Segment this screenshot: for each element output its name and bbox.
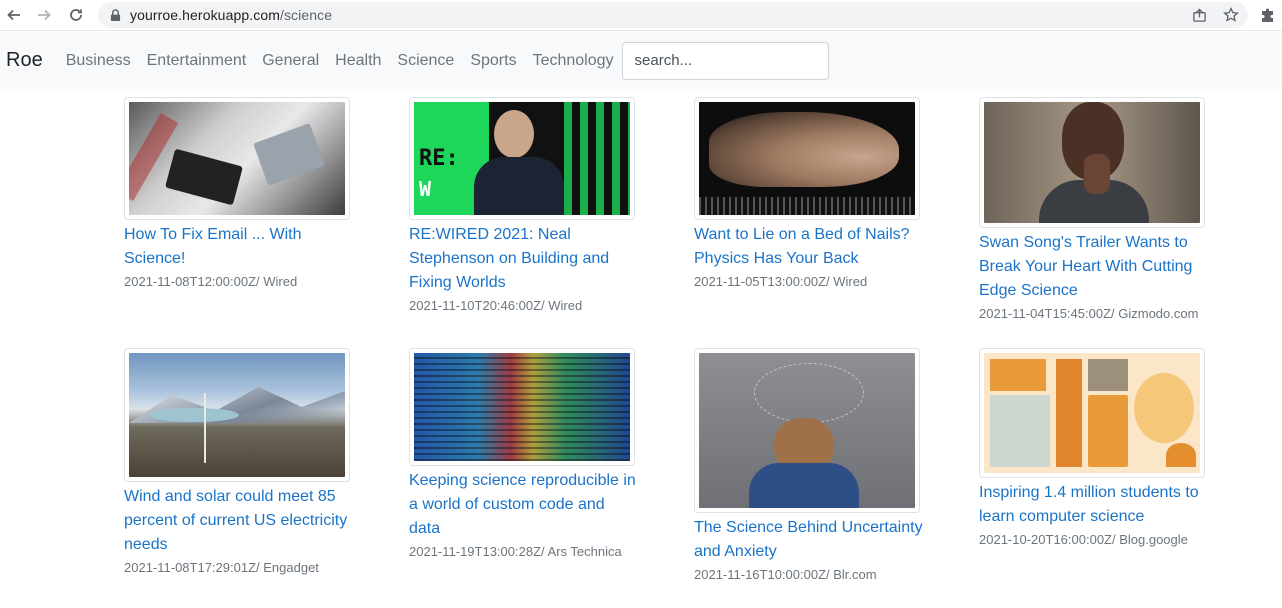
share-icon[interactable] <box>1190 6 1208 24</box>
article-card: Want to Lie on a Bed of Nails? Physics H… <box>694 97 924 289</box>
computer-science-students-image <box>984 353 1200 473</box>
article-thumbnail[interactable] <box>124 348 350 482</box>
bookmark-star-icon[interactable] <box>1222 6 1240 24</box>
extensions-puzzle-icon[interactable] <box>1258 5 1278 25</box>
anxious-woman-image <box>699 353 915 508</box>
article-card: Wind and solar could meet 85 percent of … <box>124 348 354 575</box>
article-card: RE: W RE:WIRED 2021: Neal Stephenson on … <box>409 97 639 313</box>
article-title-link[interactable]: Keeping science reproducible in a world … <box>409 469 639 541</box>
article-title-link[interactable]: How To Fix Email ... With Science! <box>124 223 354 271</box>
man-portrait-image <box>984 102 1200 223</box>
article-card: Keeping science reproducible in a world … <box>409 348 639 559</box>
arrow-left-icon <box>7 9 20 21</box>
code-screen-image <box>414 353 630 461</box>
search-input[interactable] <box>621 41 829 80</box>
desk-laptop-image <box>129 102 345 215</box>
rewired-logo-text: RE: <box>419 146 459 171</box>
article-title-link[interactable]: The Science Behind Uncertainty and Anxie… <box>694 516 924 564</box>
article-meta: 2021-11-08T12:00:00Z/ Wired <box>124 274 298 289</box>
rewired-logo-w: W <box>419 177 432 201</box>
nav-link-entertainment[interactable]: Entertainment <box>139 52 255 70</box>
rewired-speaker-image: RE: W <box>414 102 630 215</box>
article-card: The Science Behind Uncertainty and Anxie… <box>694 348 924 582</box>
url-text: yourroe.herokuapp.com/science <box>130 7 332 23</box>
article-thumbnail[interactable] <box>694 97 920 220</box>
back-button[interactable] <box>3 4 25 26</box>
article-card: How To Fix Email ... With Science! 2021-… <box>124 97 354 289</box>
nav-link-health[interactable]: Health <box>327 52 389 70</box>
arrow-right-icon <box>38 9 51 21</box>
forward-button[interactable] <box>33 4 55 26</box>
reload-button[interactable] <box>65 4 87 26</box>
reload-icon <box>70 9 82 21</box>
nav-link-sports[interactable]: Sports <box>462 52 524 70</box>
article-thumbnail[interactable] <box>694 348 920 513</box>
article-meta: 2021-11-05T13:00:00Z/ Wired <box>694 274 868 289</box>
article-thumbnail[interactable] <box>124 97 350 220</box>
article-title-link[interactable]: Wind and solar could meet 85 percent of … <box>124 485 354 557</box>
article-title-link[interactable]: RE:WIRED 2021: Neal Stephenson on Buildi… <box>409 223 639 295</box>
article-meta: 2021-11-04T15:45:00Z/ Gizmodo.com <box>979 306 1199 321</box>
address-bar[interactable]: yourroe.herokuapp.com/science <box>98 2 1248 28</box>
article-title-link[interactable]: Inspiring 1.4 million students to learn … <box>979 481 1209 529</box>
lock-icon <box>110 8 122 22</box>
article-card: Inspiring 1.4 million students to learn … <box>979 348 1209 547</box>
browser-toolbar: yourroe.herokuapp.com/science <box>0 0 1282 31</box>
brand-logo[interactable]: Roe <box>6 49 43 72</box>
app-navbar: Roe Business Entertainment General Healt… <box>0 32 1282 89</box>
article-meta: 2021-11-19T13:00:28Z/ Ars Technica <box>409 544 622 559</box>
article-meta: 2021-11-08T17:29:01Z/ Engadget <box>124 560 319 575</box>
article-title-link[interactable]: Swan Song's Trailer Wants to Break Your … <box>979 231 1209 303</box>
nav-link-general[interactable]: General <box>254 52 327 70</box>
article-thumbnail[interactable] <box>979 97 1205 228</box>
url-path: /science <box>279 7 333 23</box>
bed-of-nails-image <box>699 102 915 215</box>
article-title-link[interactable]: Want to Lie on a Bed of Nails? Physics H… <box>694 223 924 271</box>
nav-link-science[interactable]: Science <box>389 52 462 70</box>
article-meta: 2021-11-16T10:00:00Z/ Blr.com <box>694 567 877 582</box>
wind-turbine-landscape-image <box>129 353 345 477</box>
article-meta: 2021-11-10T20:46:00Z/ Wired <box>409 298 583 313</box>
article-thumbnail[interactable]: RE: W <box>409 97 635 220</box>
article-thumbnail[interactable] <box>409 348 635 466</box>
article-meta: 2021-10-20T16:00:00Z/ Blog.google <box>979 532 1188 547</box>
article-thumbnail[interactable] <box>979 348 1205 478</box>
nav-link-technology[interactable]: Technology <box>525 52 622 70</box>
nav-link-business[interactable]: Business <box>66 52 139 70</box>
article-card: Swan Song's Trailer Wants to Break Your … <box>979 97 1209 321</box>
url-host: yourroe.herokuapp.com <box>130 7 280 23</box>
